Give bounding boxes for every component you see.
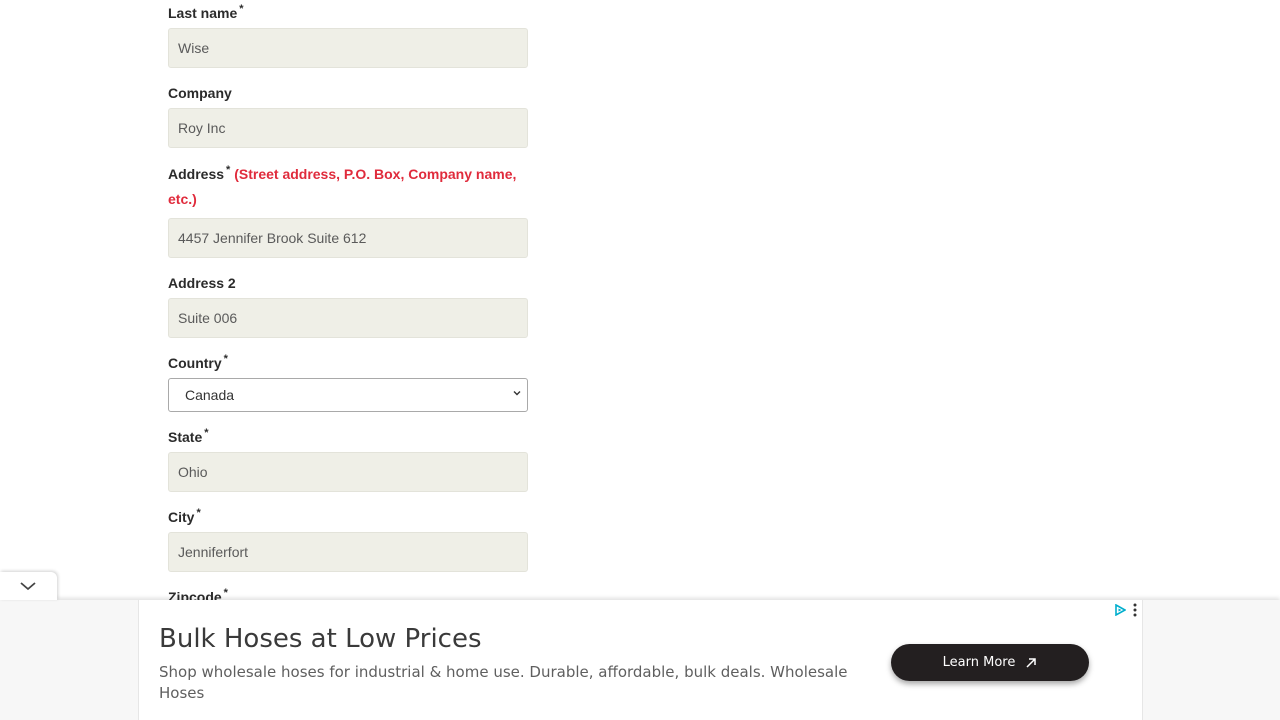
company-input[interactable] bbox=[168, 108, 528, 148]
state-label-text: State bbox=[168, 429, 203, 445]
address-input[interactable] bbox=[168, 218, 528, 258]
last-name-label: Last name * bbox=[168, 4, 244, 22]
address2-label: Address 2 bbox=[168, 274, 236, 292]
chevron-down-icon bbox=[513, 391, 521, 396]
ad-unit[interactable]: Bulk Hoses at Low Prices Shop wholesale … bbox=[138, 600, 1143, 720]
required-marker: * bbox=[239, 3, 244, 16]
required-marker: * bbox=[223, 353, 228, 366]
country-select[interactable]: Canada bbox=[168, 378, 528, 412]
address-label: Address * (Street address, P.O. Box, Comp… bbox=[168, 162, 538, 212]
address2-label-text: Address 2 bbox=[168, 275, 236, 291]
company-label: Company bbox=[168, 84, 232, 102]
address2-input[interactable] bbox=[168, 298, 528, 338]
city-label-text: City bbox=[168, 509, 195, 525]
required-marker: * bbox=[226, 164, 231, 177]
ad-body-text[interactable]: Shop wholesale hoses for industrial & ho… bbox=[159, 662, 859, 704]
ad-collapse-button[interactable] bbox=[0, 572, 57, 600]
company-label-text: Company bbox=[168, 85, 232, 101]
required-marker: * bbox=[204, 427, 209, 440]
adchoices-icon[interactable] bbox=[1114, 604, 1126, 616]
country-label-text: Country bbox=[168, 355, 222, 371]
city-label: City * bbox=[168, 508, 201, 526]
arrow-up-right-icon bbox=[1026, 657, 1037, 668]
country-selected-value: Canada bbox=[185, 387, 235, 403]
state-label: State * bbox=[168, 428, 209, 446]
last-name-label-text: Last name bbox=[168, 5, 238, 21]
anchor-ad-bar: Bulk Hoses at Low Prices Shop wholesale … bbox=[0, 600, 1280, 720]
city-input[interactable] bbox=[168, 532, 528, 572]
ad-learn-more-button[interactable]: Learn More bbox=[891, 644, 1089, 681]
required-marker: * bbox=[196, 507, 201, 520]
country-label: Country * bbox=[168, 354, 228, 372]
required-marker: * bbox=[223, 587, 228, 600]
address-label-text: Address bbox=[168, 166, 225, 182]
chevron-down-icon bbox=[20, 582, 36, 591]
ad-cta-label: Learn More bbox=[942, 655, 1016, 670]
page: Last name* Company Address* (Street addr… bbox=[0, 0, 1280, 720]
state-input[interactable] bbox=[168, 452, 528, 492]
ad-headline[interactable]: Bulk Hoses at Low Prices bbox=[159, 624, 482, 654]
kebab-menu-icon[interactable] bbox=[1132, 603, 1138, 617]
last-name-input[interactable] bbox=[168, 28, 528, 68]
